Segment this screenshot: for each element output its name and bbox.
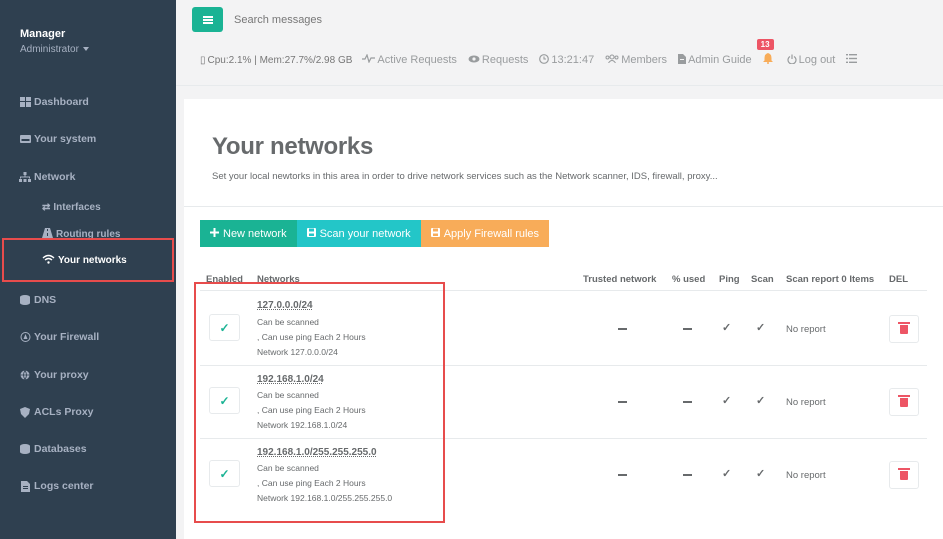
apply-firewall-button[interactable]: Apply Firewall rules [420,220,550,247]
delete-button[interactable] [889,388,919,416]
sitemap-icon [19,171,31,183]
system-stats: ▯ Cpu:2.1% | Mem:27.7%/2.98 GB [200,54,353,66]
admin-guide-link[interactable]: Admin Guide [678,53,752,67]
requests-link[interactable]: Requests [468,54,528,66]
sidebar-item-logs-center[interactable]: Logs center [19,480,94,492]
sidebar-subitem-interfaces[interactable]: ⇄ Interfaces [42,202,101,213]
divider [184,206,943,207]
sidebar-item-dashboard[interactable]: Dashboard [19,96,89,108]
hamburger-icon [202,15,213,24]
trash-icon [898,321,910,334]
exchange-icon: ⇄ [42,202,51,213]
column-header-del: DEL [889,274,908,285]
sidebar-item-label: ACLs Proxy [34,406,94,418]
sidebar-item-label: Your system [34,133,97,145]
column-header-ping: Ping [719,274,740,285]
scan-check-icon: ✓ [756,322,766,334]
memory-icon: ▯ [200,54,206,66]
logout-link[interactable]: Log out [787,54,835,67]
used-dash-icon [683,474,692,476]
sidebar-item-label: Your Firewall [34,331,100,343]
sidebar-item-network[interactable]: Network [19,171,75,183]
power-icon [787,54,797,67]
save-icon [306,227,316,240]
sidebar-item-label: DNS [34,294,57,306]
hdd-icon [19,133,31,145]
trash-icon [898,467,910,480]
sidebar-item-your-system[interactable]: Your system [19,133,96,145]
save-icon [430,227,440,240]
database-icon [19,294,31,306]
column-header-scan: Scan [751,274,774,285]
firewall-icon [19,331,31,343]
ping-check-icon: ✓ [722,322,732,334]
plus-icon [210,227,219,240]
sidebar-item-label: Dashboard [34,96,89,108]
scan-report: No report [786,397,826,408]
scan-check-icon: ✓ [756,468,766,480]
ping-check-icon: ✓ [722,468,732,480]
bell-icon [762,53,773,67]
scan-network-button[interactable]: Scan your network [296,220,421,247]
tasks-menu-button[interactable] [846,54,858,66]
trash-icon [898,394,910,407]
annotation-highlight-networks [194,282,445,523]
members-link[interactable]: Members [605,54,667,66]
search-input[interactable] [234,10,484,30]
trusted-dash-icon [618,474,627,476]
users-icon [605,54,619,66]
menu-toggle-button[interactable] [192,7,223,32]
notifications-button[interactable]: 13 [756,39,774,67]
status-bar: ▯ Cpu:2.1% | Mem:27.7%/2.98 GB Active Re… [200,39,868,67]
list-icon [846,54,858,66]
database-icon [19,443,31,455]
action-toolbar: New network Scan your network Apply Fire… [200,220,550,247]
ping-check-icon: ✓ [722,395,732,407]
user-role-dropdown[interactable]: Administrator [20,44,89,55]
sidebar-item-your-proxy[interactable]: Your proxy [19,369,89,381]
file-icon [19,480,31,492]
delete-button[interactable] [889,461,919,489]
clock-display: 13:21:47 [539,53,594,67]
user-profile[interactable]: Manager Administrator [20,28,89,55]
sidebar-item-label: Databases [34,443,87,455]
scan-check-icon: ✓ [756,395,766,407]
used-dash-icon [683,328,692,330]
column-header-used: % used [672,274,706,285]
new-network-button[interactable]: New network [200,220,297,247]
trusted-dash-icon [618,401,627,403]
scan-report: No report [786,324,826,335]
sidebar-item-databases[interactable]: Databases [19,443,87,455]
sidebar-item-your-firewall[interactable]: Your Firewall [19,331,99,343]
dashboard-icon [19,96,31,108]
topbar: ▯ Cpu:2.1% | Mem:27.7%/2.98 GB Active Re… [176,0,943,86]
sidebar-item-label: Network [34,171,76,183]
column-header-report: Scan report 0 Items [786,274,875,285]
used-dash-icon [683,401,692,403]
trusted-dash-icon [618,328,627,330]
pulse-icon [362,53,376,66]
sidebar-item-dns[interactable]: DNS [19,294,56,306]
globe-icon [19,369,31,381]
user-name: Manager [20,28,66,40]
sidebar-item-acls-proxy[interactable]: ACLs Proxy [19,406,94,418]
clock-icon [539,53,550,67]
notification-badge: 13 [756,39,774,50]
sidebar-item-label: Your proxy [34,369,89,381]
column-header-trusted: Trusted network [583,274,657,285]
page-description: Set your local newtorks in this area in … [212,171,718,182]
sidebar-item-label: Interfaces [53,202,101,213]
sidebar: Manager Administrator Dashboard Your sys… [0,0,176,539]
caret-down-icon [82,47,89,52]
sidebar-item-label: Logs center [34,480,94,492]
delete-button[interactable] [889,315,919,343]
scan-report: No report [786,470,826,481]
page-title: Your networks [212,133,374,160]
file-pdf-icon [678,53,687,67]
active-requests-link[interactable]: Active Requests [362,53,457,66]
shield-icon [19,406,31,418]
eye-icon [468,54,480,66]
annotation-highlight-nav [2,238,174,282]
